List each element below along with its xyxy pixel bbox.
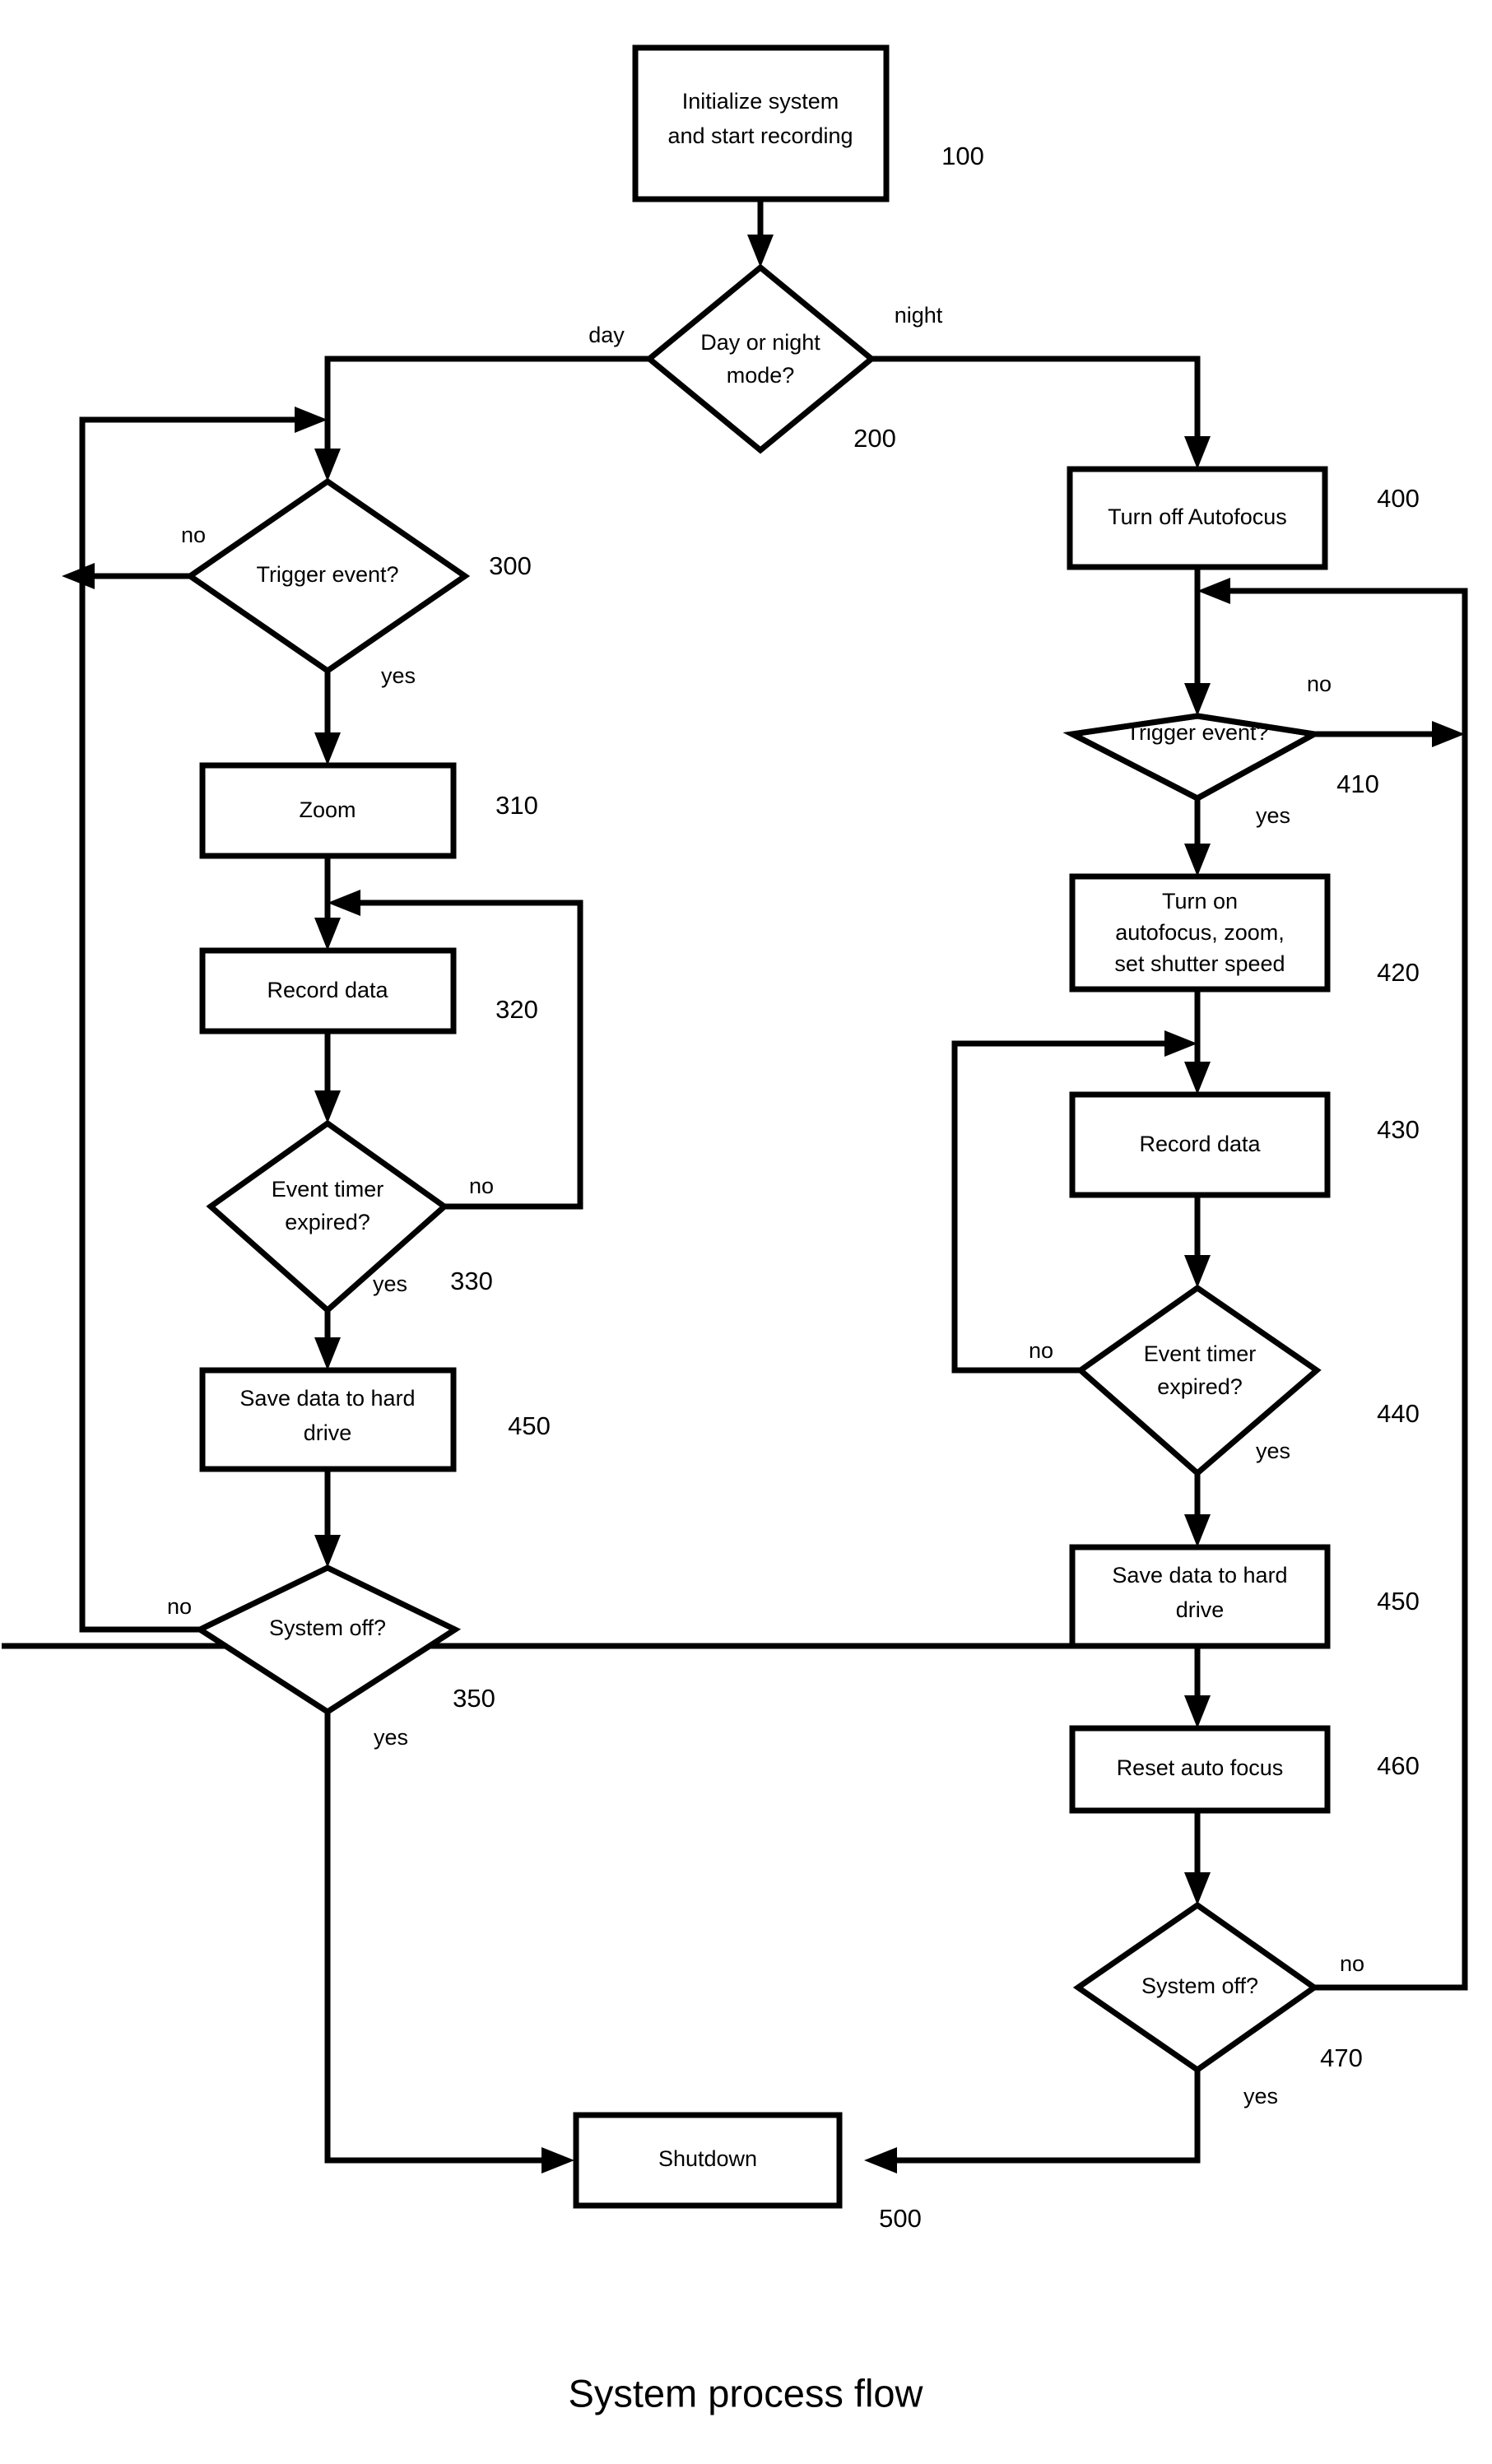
flowchart-figure: Initialize system and start recording 10… [0,0,1492,2464]
node-night-trigger[interactable]: Trigger event? [1062,713,1323,802]
edge-init-to-mode [747,199,774,267]
node-shutdown[interactable]: Shutdown [573,2112,843,2209]
edge-day-record-to-timer [314,1031,341,1123]
edge-night-reset-to-systemoff [1184,1811,1211,1905]
node-night-timer-line1: Event timer [1144,1341,1257,1366]
node-day-timer[interactable]: Event timer expired? [206,1119,449,1314]
node-day-or-night-line2: mode? [727,363,795,388]
edge-label-day-trigger-no: no [181,523,206,547]
node-night-reset-focus[interactable]: Reset auto focus [1069,1725,1331,1814]
edge-night-timer-yes [1184,1473,1211,1547]
node-day-save-line2: drive [304,1420,352,1445]
ref-label-300: 300 [489,551,532,580]
edge-day-timer-yes [314,1310,341,1370]
flowchart-canvas: Initialize system and start recording 10… [2,44,1468,2415]
edge-label-day-systemoff-no: no [167,1594,192,1619]
node-day-or-night[interactable]: Day or night mode? [644,263,876,454]
edge-label-day-timer-no: no [469,1174,494,1198]
edge-label-night-systemoff-no: no [1340,1951,1364,1976]
node-day-zoom[interactable]: Zoom [199,762,457,859]
node-night-save-line1: Save data to hard [1112,1563,1287,1588]
edge-label-night: night [895,303,943,328]
node-night-system-off-line1: System off? [1141,1974,1258,1998]
edge-day-save-to-systemoff [314,1469,341,1568]
node-night-turn-on-line1: Turn on [1162,889,1238,914]
edge-label-day-trigger-yes: yes [381,663,416,688]
node-night-autofocus-off-line1: Turn off Autofocus [1108,504,1287,529]
node-day-timer-line1: Event timer [272,1177,384,1202]
edge-night-record-to-timer [1184,1195,1211,1288]
ref-label-470: 470 [1320,2043,1363,2072]
node-night-autofocus-off[interactable]: Turn off Autofocus [1067,466,1328,570]
ref-label-350: 350 [453,1684,495,1713]
node-initialize-line2: and start recording [667,123,853,148]
node-initialize[interactable]: Initialize system and start recording [632,44,890,202]
node-night-turn-on-line3: set shutter speed [1114,951,1285,976]
ref-label-400: 400 [1377,484,1420,513]
figure-caption: System process flow [569,2371,924,2415]
node-day-trigger-line1: Trigger event? [256,562,398,587]
ref-label-410: 410 [1336,769,1379,798]
node-initialize-line1: Initialize system [682,89,839,114]
edge-night-save-to-reset [2,1643,1211,1728]
node-night-turn-on-line2: autofocus, zoom, [1115,920,1285,945]
node-night-reset-focus-line1: Reset auto focus [1117,1755,1284,1780]
node-day-trigger[interactable]: Trigger event? [184,477,471,675]
edge-day-systemoff-no [79,576,200,1633]
node-day-save-line1: Save data to hard [239,1386,415,1411]
node-night-record-line1: Record data [1139,1132,1261,1156]
edge-mode-to-day [314,356,649,481]
edge-label-night-timer-no: no [1029,1338,1053,1363]
edge-mode-to-night [871,356,1211,469]
node-night-trigger-line1: Trigger event? [1126,720,1268,745]
ref-label-420: 420 [1377,958,1420,987]
node-night-turn-on[interactable]: Turn on autofocus, zoom, set shutter spe… [1069,873,1331,993]
ref-label-440: 440 [1377,1399,1420,1428]
ref-label-320: 320 [495,995,538,1024]
edge-label-day: day [588,323,625,347]
node-night-system-off[interactable]: System off? [1072,1901,1320,2074]
node-day-save[interactable]: Save data to hard drive [199,1367,457,1472]
node-shutdown-line1: Shutdown [658,2146,757,2171]
node-night-save-line2: drive [1176,1597,1225,1622]
edge-label-night-trigger-no: no [1307,672,1332,696]
ref-label-450-day: 450 [508,1411,551,1440]
node-day-timer-line2: expired? [285,1210,370,1234]
edge-label-day-timer-yes: yes [373,1272,407,1296]
edge-label-night-trigger-yes: yes [1256,803,1290,828]
edge-label-night-timer-yes: yes [1256,1439,1290,1463]
node-night-timer-line2: expired? [1157,1374,1243,1399]
node-day-record-line1: Record data [267,978,388,1002]
edge-label-day-systemoff-yes: yes [374,1725,408,1750]
node-day-zoom-line1: Zoom [299,797,356,822]
ref-label-430: 430 [1377,1115,1420,1144]
node-day-record[interactable]: Record data [199,947,457,1034]
ref-label-310: 310 [495,791,538,820]
ref-label-450-night: 450 [1377,1587,1420,1616]
ref-label-500: 500 [879,2204,922,2233]
edge-label-night-systemoff-yes: yes [1243,2084,1278,2108]
edge-night-trigger-yes [1184,798,1211,876]
edge-night-systemoff-no [1314,734,1468,1991]
ref-label-100: 100 [941,142,984,170]
node-night-save[interactable]: Save data to hard drive [1069,1544,1331,1649]
node-day-system-off[interactable]: System off? [193,1564,462,1716]
node-night-record[interactable]: Record data [1069,1091,1331,1198]
edge-day-systemoff-yes [324,1712,574,2173]
ref-label-330: 330 [450,1267,493,1295]
ref-label-460: 460 [1377,1751,1420,1780]
node-day-system-off-line1: System off? [269,1616,386,1640]
edge-night-systemoff-yes [864,2070,1201,2173]
node-day-or-night-line1: Day or night [700,330,820,355]
ref-label-200: 200 [853,424,896,453]
